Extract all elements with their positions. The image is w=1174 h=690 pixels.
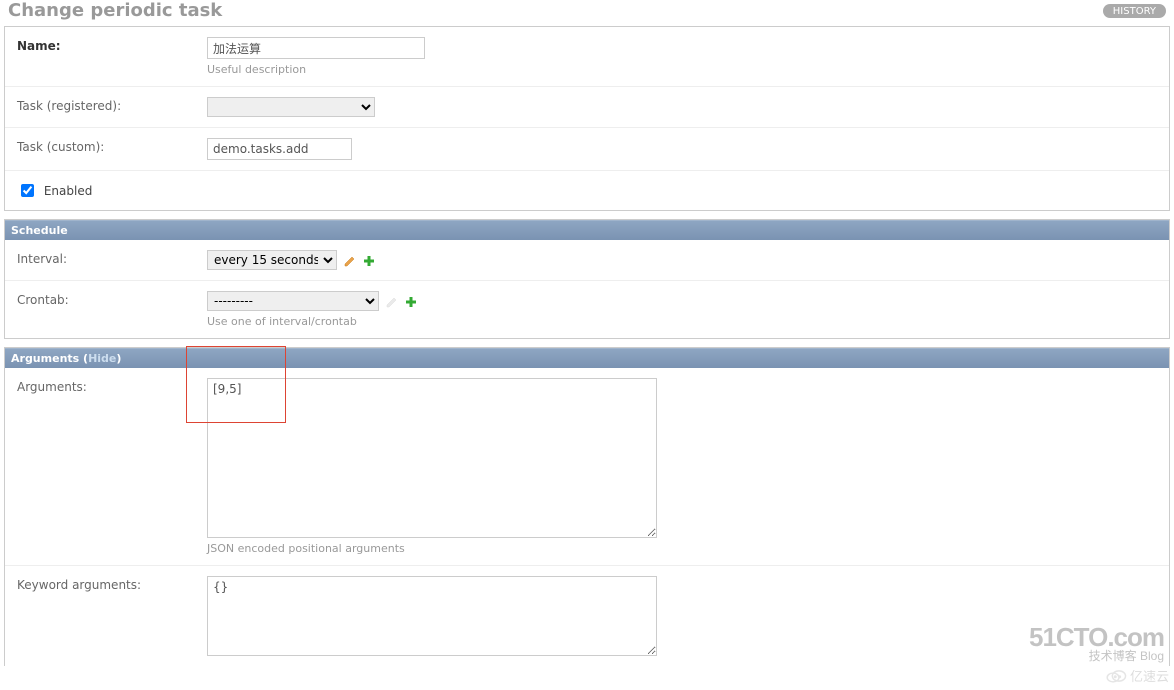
basic-module: Name: Useful description Task (registere… [4, 26, 1170, 211]
pencil-icon[interactable] [386, 296, 398, 308]
name-help: Useful description [207, 63, 1157, 76]
kwargs-textarea[interactable] [207, 576, 657, 656]
row-kwargs: Keyword arguments: [5, 566, 1169, 666]
page-title: Change periodic task [8, 0, 222, 21]
row-enabled: Enabled [5, 171, 1169, 210]
crontab-select[interactable]: --------- [207, 291, 379, 311]
row-args: Arguments: JSON encoded positional argum… [5, 368, 1169, 566]
watermark-51cto: 51CTO.com 技术博客 Blog [1029, 624, 1164, 662]
schedule-module: Schedule Interval: every 15 seconds Cron… [4, 219, 1170, 339]
args-help: JSON encoded positional arguments [207, 542, 1157, 555]
history-button[interactable]: History [1103, 4, 1166, 18]
task-custom-input[interactable] [207, 138, 352, 160]
name-input[interactable] [207, 37, 425, 59]
row-task-registered: Task (registered): [5, 87, 1169, 128]
plus-icon[interactable] [405, 296, 417, 308]
arguments-header: Arguments (Hide) [5, 348, 1169, 368]
row-crontab: Crontab: --------- Use one of interval/c… [5, 281, 1169, 338]
row-task-custom: Task (custom): [5, 128, 1169, 171]
schedule-header: Schedule [5, 220, 1169, 240]
task-custom-label: Task (custom): [17, 138, 207, 154]
args-textarea[interactable] [207, 378, 657, 538]
hide-link[interactable]: Hide [88, 352, 116, 365]
watermark-yisu: 亿速云 [1105, 666, 1169, 685]
task-registered-label: Task (registered): [17, 97, 207, 113]
pencil-icon[interactable] [344, 255, 356, 267]
plus-icon[interactable] [363, 255, 375, 267]
arguments-module: Arguments (Hide) Arguments: JSON encoded… [4, 347, 1170, 666]
crontab-help: Use one of interval/crontab [207, 315, 1157, 328]
row-interval: Interval: every 15 seconds [5, 240, 1169, 281]
interval-label: Interval: [17, 250, 207, 266]
task-registered-select[interactable] [207, 97, 375, 117]
row-name: Name: Useful description [5, 27, 1169, 87]
enabled-label: Enabled [44, 184, 93, 198]
interval-select[interactable]: every 15 seconds [207, 250, 337, 270]
name-label: Name: [17, 37, 207, 53]
kwargs-label: Keyword arguments: [17, 576, 207, 592]
enabled-checkbox[interactable] [21, 184, 34, 197]
crontab-label: Crontab: [17, 291, 207, 307]
args-label: Arguments: [17, 378, 207, 394]
